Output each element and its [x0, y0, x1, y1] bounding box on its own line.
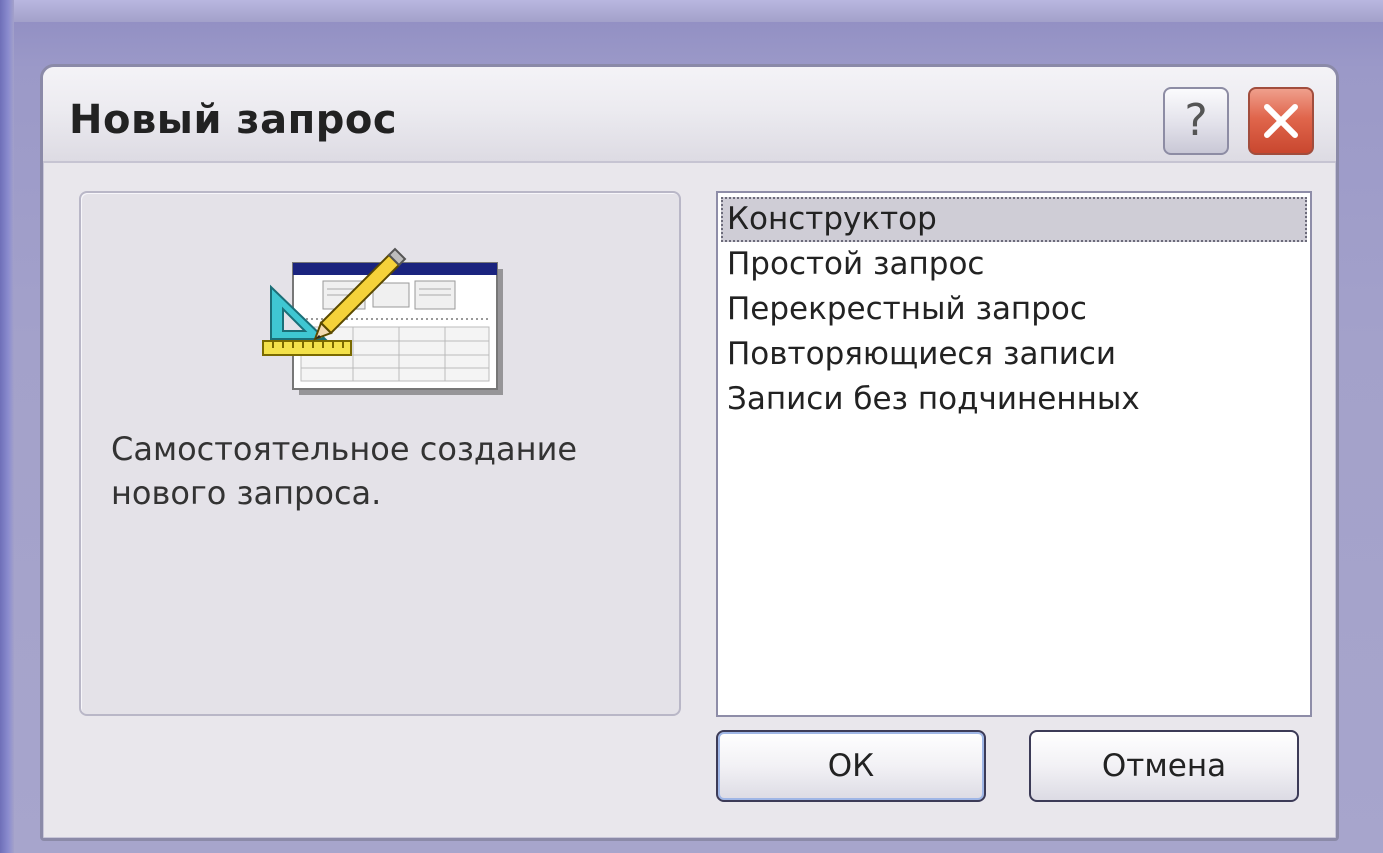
description-panel: Самостоятельное создание нового запроса. — [79, 191, 681, 716]
design-view-pencil-ruler-icon — [262, 247, 503, 395]
question-mark-icon: ? — [1184, 95, 1208, 146]
background-top-gradient — [0, 0, 1383, 22]
ok-button[interactable]: ОК — [716, 730, 986, 802]
description-text: Самостоятельное создание нового запроса. — [111, 430, 578, 512]
dialog-title: Новый запрос — [69, 97, 398, 143]
list-item[interactable]: Перекрестный запрос — [721, 287, 1307, 332]
close-button[interactable] — [1248, 87, 1314, 155]
list-item[interactable]: Повторяющиеся записи — [721, 332, 1307, 377]
list-item[interactable]: Записи без подчиненных — [721, 377, 1307, 422]
help-button[interactable]: ? — [1163, 87, 1229, 155]
cancel-button[interactable]: Отмена — [1029, 730, 1299, 802]
new-query-dialog: Новый запрос ? Самостоятельное создание … — [40, 64, 1339, 841]
background-left-stripe — [0, 0, 14, 853]
list-item[interactable]: Простой запрос — [721, 242, 1307, 287]
query-type-list[interactable]: Конструктор Простой запрос Перекрестный … — [716, 191, 1312, 717]
dialog-titlebar[interactable]: Новый запрос ? — [43, 67, 1336, 163]
list-item[interactable]: Конструктор — [721, 197, 1307, 242]
close-x-icon — [1264, 104, 1298, 138]
